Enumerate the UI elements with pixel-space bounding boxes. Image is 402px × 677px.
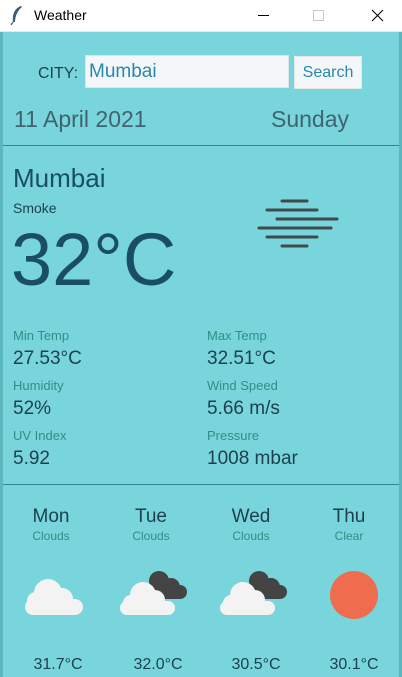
forecast-condition: Clouds	[32, 529, 70, 543]
weather-app: CITY: Search 11 April 2021 Sunday Mumbai…	[0, 32, 402, 677]
forecast-day: Thu	[332, 506, 366, 527]
forecast-day: Tue	[134, 506, 168, 527]
forecast-day: Mon	[32, 506, 70, 527]
smoke-icon	[257, 199, 339, 248]
current-day: Sunday	[271, 106, 350, 132]
humidity-value: 52%	[13, 398, 52, 419]
dark-clouds-icon	[120, 571, 187, 615]
divider	[3, 484, 399, 485]
window-titlebar: Weather	[0, 0, 402, 32]
forecast-condition: Clear	[334, 529, 364, 543]
city-search-input[interactable]	[85, 55, 289, 88]
forecast-temperature: 32.0°C	[133, 656, 183, 673]
uv-index-value: 5.92	[13, 448, 50, 469]
cloud-icon	[25, 579, 83, 615]
maximize-icon	[313, 10, 324, 21]
feather-icon	[10, 6, 22, 25]
current-date: 11 April 2021	[14, 106, 147, 132]
dark-clouds-icon	[220, 571, 287, 615]
city-label: CITY:	[38, 65, 79, 82]
forecast-condition: Clouds	[132, 529, 170, 543]
current-temperature: 32°C	[11, 218, 177, 301]
wind-speed-value: 5.66 m/s	[207, 398, 280, 419]
pressure-value: 1008 mbar	[207, 448, 298, 469]
humidity-label: Humidity	[13, 378, 64, 393]
sun-icon	[330, 571, 378, 619]
close-button[interactable]	[354, 0, 400, 31]
divider	[3, 145, 399, 146]
max-temp-label: Max Temp	[207, 328, 267, 343]
maximize-button[interactable]	[296, 0, 342, 31]
close-icon	[371, 9, 384, 22]
pressure-label: Pressure	[207, 428, 260, 443]
wind-speed-label: Wind Speed	[207, 378, 278, 393]
forecast-temperature: 30.5°C	[231, 656, 281, 673]
forecast-condition: Clouds	[232, 529, 270, 543]
search-button[interactable]: Search	[294, 56, 362, 89]
forecast-temperature: 31.7°C	[33, 656, 83, 673]
minimize-button[interactable]	[240, 0, 286, 31]
forecast-day: Wed	[231, 506, 271, 527]
min-temp-value: 27.53°C	[13, 348, 82, 369]
uv-index-label: UV Index	[13, 428, 67, 443]
min-temp-label: Min Temp	[13, 328, 70, 343]
max-temp-value: 32.51°C	[207, 348, 276, 369]
city-name: Mumbai	[13, 163, 106, 193]
weather-condition: Smoke	[13, 200, 57, 216]
minimize-icon	[258, 15, 269, 16]
window-title: Weather	[34, 7, 87, 23]
forecast-temperature: 30.1°C	[329, 656, 379, 673]
